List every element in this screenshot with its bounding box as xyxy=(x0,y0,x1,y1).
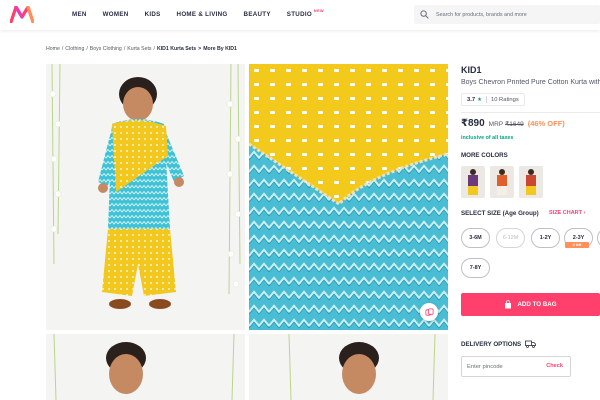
nav-beauty[interactable]: BEAUTY xyxy=(244,11,271,18)
star-icon: ★ xyxy=(477,96,482,103)
new-badge: NEW xyxy=(313,8,324,13)
add-to-bag-label: ADD TO BAG xyxy=(517,301,557,308)
product-image-1[interactable] xyxy=(46,64,245,330)
color-option-purple[interactable] xyxy=(461,166,485,198)
truck-icon xyxy=(525,340,537,348)
bag-icon xyxy=(505,300,512,309)
search-input[interactable] xyxy=(436,5,596,24)
mrp-price: ₹1649 xyxy=(505,121,524,128)
product-image-4[interactable] xyxy=(249,334,448,400)
size-chart-label[interactable]: SIZE CHART xyxy=(549,210,582,216)
top-header: MEN WOMEN KIDS HOME & LIVING BEAUTY STUD… xyxy=(0,0,600,30)
color-option-orange[interactable] xyxy=(490,166,514,198)
chevron-right-icon: › xyxy=(583,210,586,216)
size-option-6-12m[interactable]: 6-12M xyxy=(496,228,525,248)
price-row: ₹890 MRP ₹1649 (46% OFF) xyxy=(461,118,565,129)
breadcrumb-home[interactable]: Home xyxy=(46,46,60,52)
size-chart-link[interactable]: SIZE CHART › xyxy=(549,210,585,216)
check-pincode-button[interactable]: Check xyxy=(546,363,563,369)
breadcrumb-clothing[interactable]: Clothing xyxy=(65,46,84,52)
size-option-7-8y[interactable]: 7-8Y xyxy=(461,258,490,278)
nav-home-living[interactable]: HOME & LIVING xyxy=(177,11,228,18)
pincode-box: Check xyxy=(461,356,571,377)
size-option-1-2y[interactable]: 1-2Y xyxy=(531,228,560,248)
breadcrumb-kurta-sets[interactable]: Kurta Sets xyxy=(127,46,151,52)
nav-kids[interactable]: KIDS xyxy=(145,11,161,18)
size-option-3-6m[interactable]: 3-6M xyxy=(461,228,490,248)
add-to-bag-button[interactable]: ADD TO BAG xyxy=(461,293,600,316)
nav-men[interactable]: MEN xyxy=(72,11,87,18)
fabric-closeup-illustration xyxy=(249,64,448,330)
search-box[interactable] xyxy=(414,5,600,24)
stock-left-badge: 3 left xyxy=(565,242,589,248)
product-image-2[interactable] xyxy=(249,64,448,330)
boy-portrait-side-illustration xyxy=(288,334,436,400)
select-size-title: SELECT SIZE (Age Group) xyxy=(461,210,539,217)
product-image-3[interactable] xyxy=(46,334,245,400)
more-colors-title: MORE COLORS xyxy=(461,152,508,159)
myntra-logo-icon[interactable] xyxy=(10,6,34,23)
selling-price: ₹890 xyxy=(461,118,485,129)
divider xyxy=(461,112,600,113)
product-name: Boys Chevron Printed Pure Cotton Kurta w… xyxy=(461,79,600,86)
nav-studio-label[interactable]: STUDIO xyxy=(287,11,312,18)
nav-women[interactable]: WOMEN xyxy=(103,11,129,18)
breadcrumb-boys-clothing[interactable]: Boys Clothing xyxy=(90,46,122,52)
breadcrumb-more-by-brand[interactable]: More By KID1 xyxy=(203,46,237,52)
rating-badge[interactable]: 3.7 ★ 10 Ratings xyxy=(461,93,525,106)
breadcrumb-brand-kurta-sets[interactable]: KID1 Kurta Sets xyxy=(157,46,196,52)
brand-name[interactable]: KID1 xyxy=(461,65,482,75)
color-option-red[interactable] xyxy=(519,166,543,198)
view-similar-button[interactable] xyxy=(420,303,438,321)
rating-count: 10 Ratings xyxy=(491,96,519,103)
tax-note: inclusive of all taxes xyxy=(461,135,514,141)
pincode-input[interactable] xyxy=(467,357,537,376)
main-nav: MEN WOMEN KIDS HOME & LIVING BEAUTY STUD… xyxy=(72,8,328,18)
mrp-label: MRP xyxy=(488,121,504,128)
search-icon xyxy=(420,10,429,19)
nav-studio[interactable]: STUDIO NEW xyxy=(287,8,324,18)
boy-portrait-illustration xyxy=(53,334,235,400)
discount-percent: (46% OFF) xyxy=(527,119,565,128)
boy-full-illustration xyxy=(49,64,242,309)
color-swatches xyxy=(461,166,548,198)
rating-value: 3.7 xyxy=(467,96,476,103)
delivery-options-title: DELIVERY OPTIONS xyxy=(461,340,537,348)
breadcrumb: Home / Clothing / Boys Clothing / Kurta Set… xyxy=(46,46,237,52)
similar-products-icon xyxy=(424,307,434,316)
